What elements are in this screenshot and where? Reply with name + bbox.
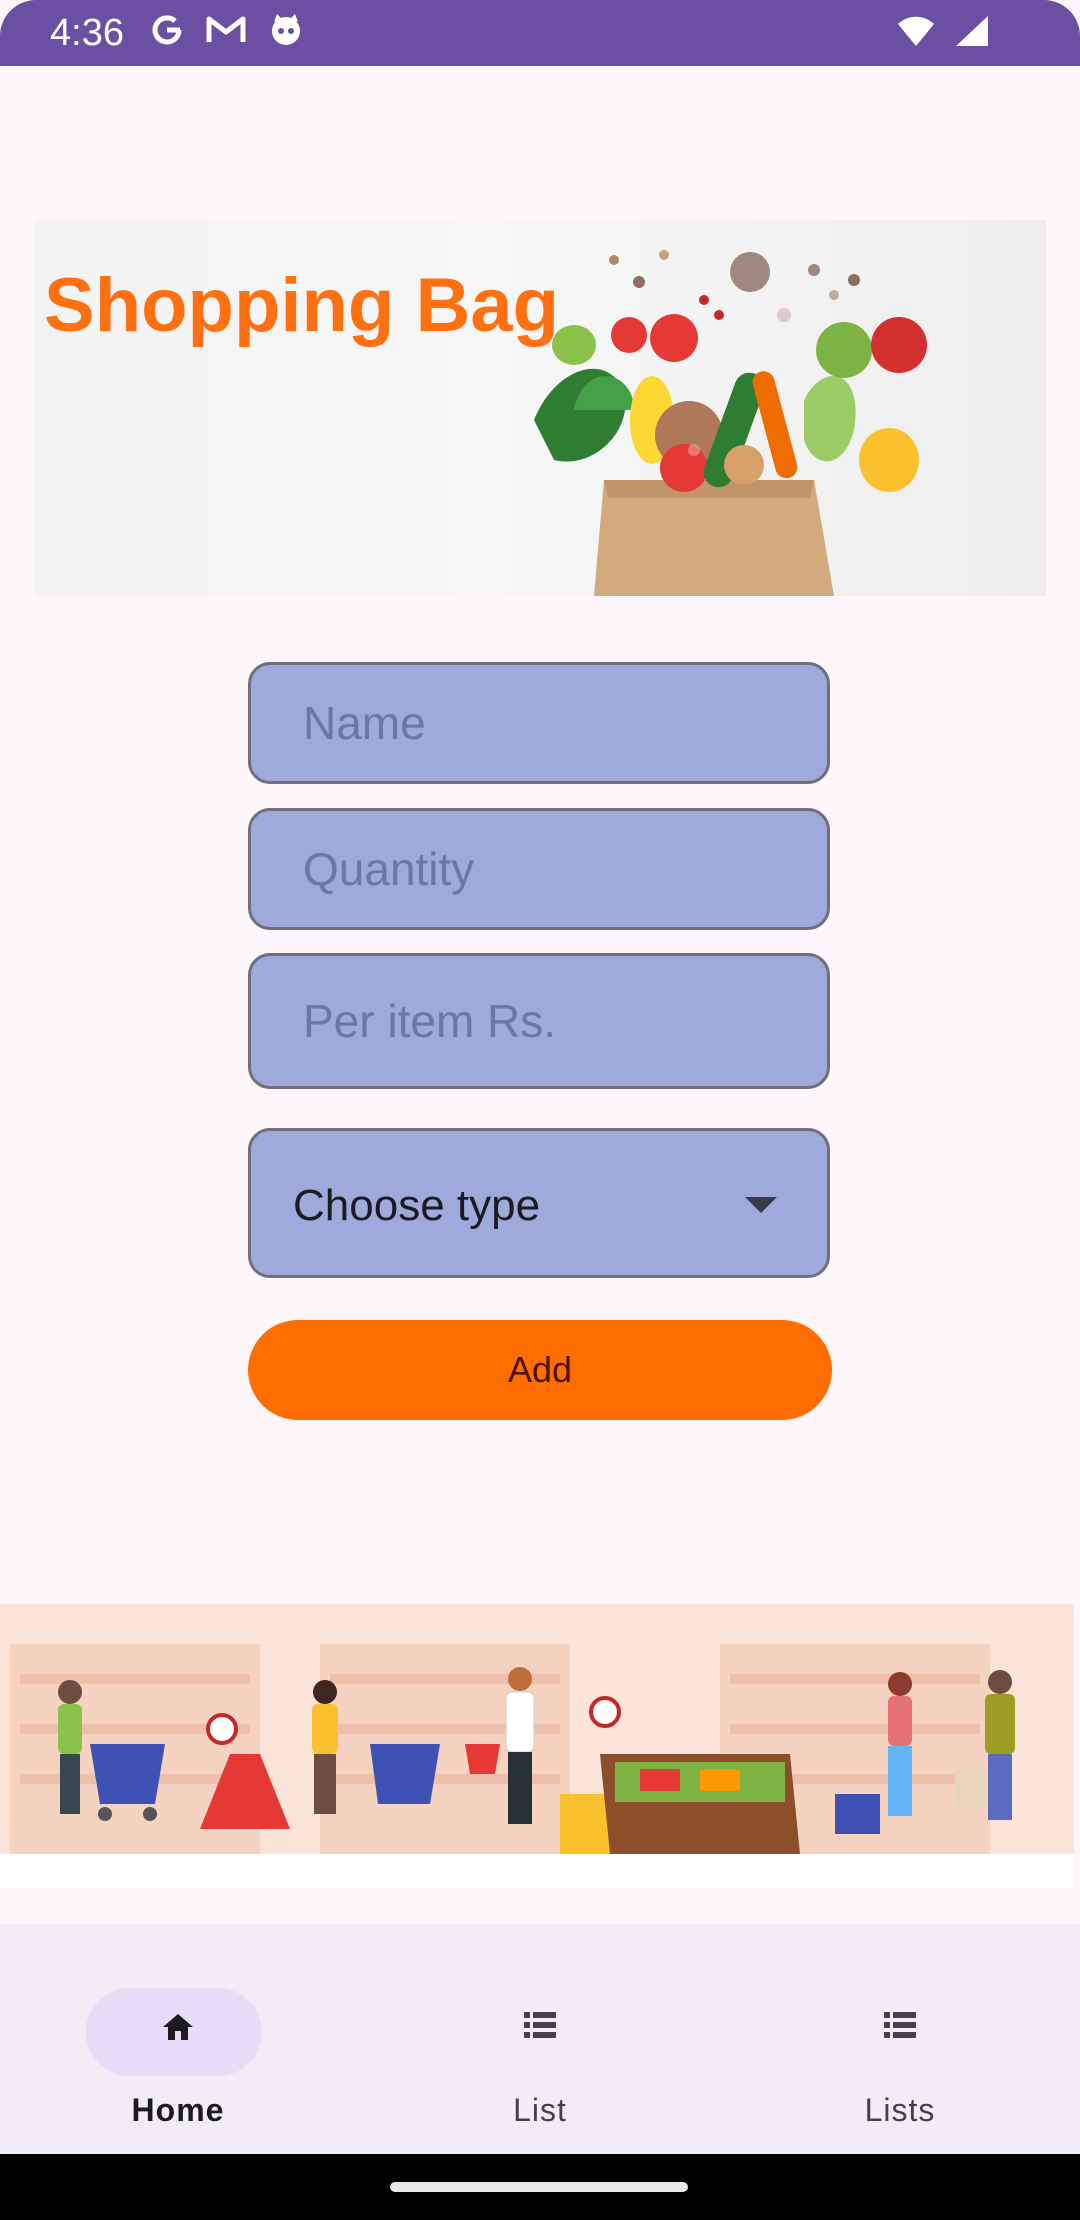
grocery-bag-image: [534, 250, 927, 596]
nav-item-home[interactable]: Home: [28, 1956, 328, 2136]
chevron-down-icon: [745, 1197, 777, 1213]
price-field-container: [248, 953, 830, 1089]
list-icon: [884, 2012, 916, 2043]
type-dropdown-value: Choose type: [293, 1181, 541, 1230]
hero-banner: Shopping Bag: [34, 220, 1046, 596]
cat-app-icon: [268, 12, 304, 57]
google-icon: [150, 13, 184, 56]
nav-label-home: Home: [131, 2092, 225, 2128]
home-gesture-handle[interactable]: [390, 2182, 688, 2192]
supermarket-illustration: [0, 1604, 1074, 1888]
system-navigation-bar: [0, 2154, 1080, 2220]
quantity-field-container: [248, 808, 830, 930]
nav-label-lists: Lists: [864, 2092, 936, 2128]
name-field-container: [248, 662, 830, 784]
quantity-input[interactable]: [251, 811, 827, 927]
add-button[interactable]: Add: [248, 1320, 832, 1420]
nav-label-list: List: [513, 2092, 567, 2128]
list-icon: [524, 2012, 556, 2043]
notification-icons: [150, 12, 304, 57]
per-item-price-input[interactable]: [251, 956, 827, 1086]
app-title: Shopping Bag: [44, 263, 560, 348]
nav-item-lists[interactable]: Lists: [750, 1956, 1050, 2136]
status-time: 4:36: [50, 12, 124, 54]
gmail-icon: [206, 14, 246, 55]
signal-icon: [954, 14, 990, 53]
name-input[interactable]: [251, 665, 827, 781]
nav-item-list[interactable]: List: [390, 1956, 690, 2136]
screen: 4:36 Shopping Bag Name Quantity Per item…: [0, 0, 1080, 2220]
type-dropdown[interactable]: Choose type: [248, 1128, 830, 1278]
wifi-icon: [896, 15, 936, 52]
bottom-navigation: Home List Lists: [0, 1924, 1080, 2154]
system-icons: [896, 14, 990, 53]
home-icon: [161, 2012, 195, 2047]
status-bar: 4:36: [0, 0, 1080, 66]
